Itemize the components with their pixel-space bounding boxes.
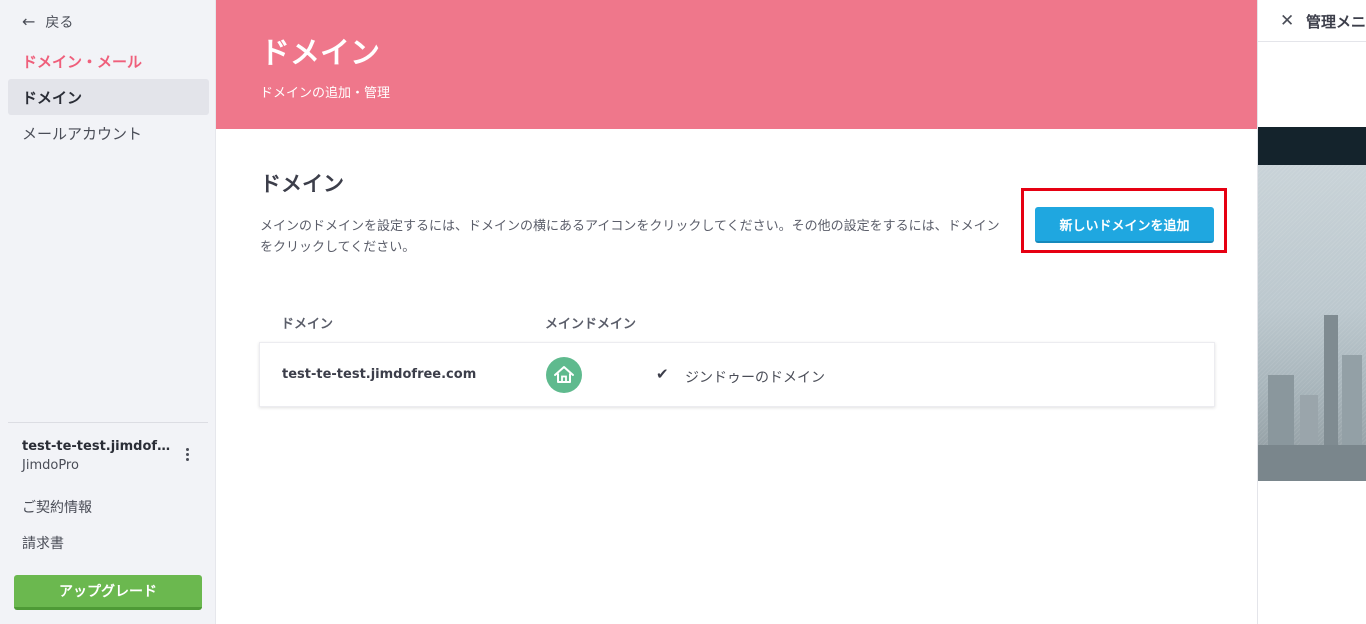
sidebar: ← 戻る ドメイン・メール ドメイン メールアカウント test-te-test… <box>0 0 216 624</box>
preview-banner <box>1258 127 1366 165</box>
site-plan: JimdoPro <box>22 458 79 473</box>
sidebar-item-label: ドメイン <box>22 88 83 107</box>
admin-menu-panel: ✕ 管理メニ <box>1257 0 1366 624</box>
home-icon[interactable] <box>546 357 582 393</box>
arrow-left-icon: ← <box>22 12 36 31</box>
page-header: ドメイン ドメインの追加・管理 <box>216 0 1257 129</box>
admin-menu-title: 管理メニ <box>1306 13 1366 31</box>
checkmark-icon: ✔ <box>656 365 669 383</box>
sidebar-item-domain[interactable]: ドメイン <box>8 79 209 115</box>
section-description: メインのドメインを設定するには、ドメインの横にあるアイコンをクリックしてください… <box>260 219 1000 255</box>
site-name: test-te-test.jimdofree.... <box>22 439 174 454</box>
website-preview-image <box>1258 165 1366 481</box>
sidebar-section-title: ドメイン・メール <box>22 53 143 71</box>
page-subtitle: ドメインの追加・管理 <box>260 86 391 101</box>
add-domain-button[interactable]: 新しいドメインを追加 <box>1035 207 1214 243</box>
back-link[interactable]: ← 戻る <box>22 12 73 32</box>
column-header-domain: ドメイン <box>281 317 334 332</box>
section-heading: ドメイン <box>260 172 344 196</box>
sidebar-divider <box>8 422 208 423</box>
column-header-main-domain: メインドメイン <box>545 317 637 332</box>
sidebar-item-mail-account[interactable]: メールアカウント <box>8 115 209 151</box>
back-label: 戻る <box>45 15 74 31</box>
kebab-icon[interactable] <box>180 444 194 464</box>
domain-name: test-te-test.jimdofree.com <box>282 367 477 382</box>
domain-type: ジンドゥーのドメイン <box>685 370 825 386</box>
domain-row[interactable]: test-te-test.jimdofree.com ✔ ジンドゥーのドメイン <box>259 342 1215 407</box>
page-title: ドメイン <box>260 36 380 71</box>
invoice-link[interactable]: 請求書 <box>22 533 64 553</box>
contract-info-link[interactable]: ご契約情報 <box>22 497 92 517</box>
upgrade-button[interactable]: アップグレード <box>14 575 202 610</box>
sidebar-item-label: メールアカウント <box>22 124 143 143</box>
admin-menu-header: ✕ 管理メニ <box>1258 0 1366 42</box>
close-icon[interactable]: ✕ <box>1280 11 1294 31</box>
main-content: ドメイン ドメインの追加・管理 ドメイン メインのドメインを設定するには、ドメイ… <box>216 0 1257 624</box>
